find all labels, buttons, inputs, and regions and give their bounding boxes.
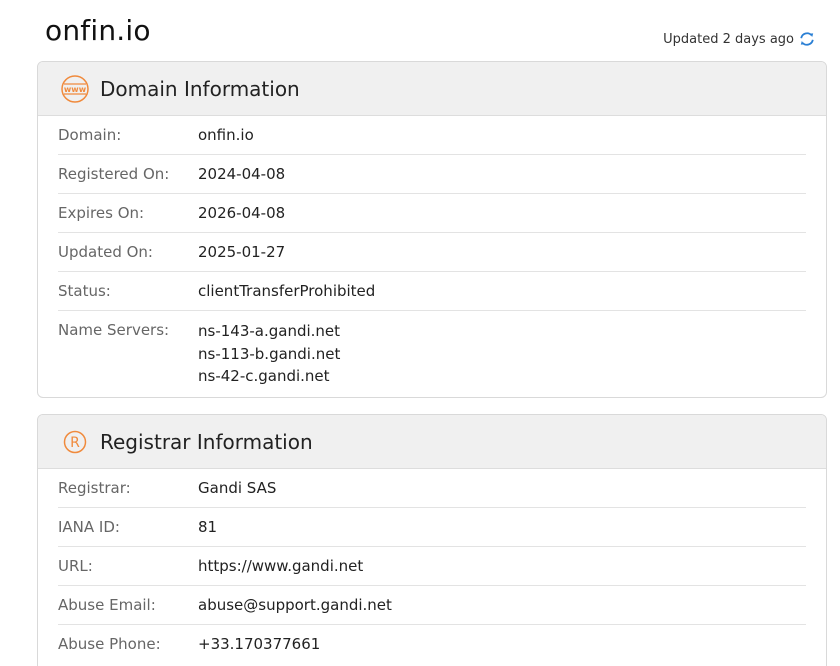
row-label: Name Servers: xyxy=(58,321,170,339)
row-label: IANA ID: xyxy=(58,518,120,536)
abuse-phone: +33.170377661 xyxy=(198,635,321,653)
row-value: clientTransferProhibited xyxy=(198,282,376,300)
row-label: Updated On: xyxy=(58,243,153,261)
row-value: 2025-01-27 xyxy=(198,243,286,261)
refresh-icon[interactable] xyxy=(798,30,816,48)
name-server: ns-143-a.gandi.net xyxy=(198,322,341,340)
row-value: onfin.io xyxy=(198,126,254,144)
abuse-email[interactable]: abuse@support.gandi.net xyxy=(198,596,392,615)
domain-information-title: Domain Information xyxy=(100,76,300,101)
name-server: ns-113-b.gandi.net xyxy=(198,344,341,363)
row-abuse-phone: Abuse Phone: +33.170377661 xyxy=(58,625,806,663)
name-server: ns-42-c.gandi.net xyxy=(198,367,330,385)
row-label: Domain: xyxy=(58,126,122,144)
domain-information-rows: Domain: onfin.io Registered On: 2024-04-… xyxy=(38,116,826,397)
row-label: Registrar: xyxy=(58,479,131,497)
registered-icon: R xyxy=(60,427,90,457)
row-value: 2026-04-08 xyxy=(198,204,286,222)
registrar-information-title: Registrar Information xyxy=(100,429,313,454)
svg-text:R: R xyxy=(70,435,80,451)
row-name-servers: Name Servers: ns-143-a.gandi.net ns-113-… xyxy=(58,311,806,397)
registrar-information-header: R Registrar Information xyxy=(38,415,826,469)
row-domain: Domain: onfin.io xyxy=(58,116,806,155)
row-label: Abuse Email: xyxy=(58,596,156,614)
row-status: Status: clientTransferProhibited xyxy=(58,272,806,311)
name-server-list: ns-143-a.gandi.net ns-113-b.gandi.net ns… xyxy=(198,320,340,388)
row-registered-on: Registered On: 2024-04-08 xyxy=(58,155,806,194)
row-url: URL: https://www.gandi.net xyxy=(58,547,806,586)
row-registrar: Registrar: Gandi SAS xyxy=(58,469,806,508)
updated-text: Updated 2 days ago xyxy=(663,31,794,47)
row-value: 2024-04-08 xyxy=(198,165,286,183)
row-label: Status: xyxy=(58,282,111,300)
row-updated-on: Updated On: 2025-01-27 xyxy=(58,233,806,272)
row-iana-id: IANA ID: 81 xyxy=(58,508,806,547)
row-expires-on: Expires On: 2026-04-08 xyxy=(58,194,806,233)
row-label: URL: xyxy=(58,557,93,575)
svg-text:www: www xyxy=(64,85,87,94)
domain-information-card: www Domain Information Domain: onfin.io … xyxy=(37,61,827,398)
row-abuse-email: Abuse Email: abuse@support.gandi.net xyxy=(58,586,806,625)
row-value: Gandi SAS xyxy=(198,479,277,497)
domain-information-header: www Domain Information xyxy=(38,62,826,116)
page-title: onfin.io xyxy=(45,14,151,47)
row-value: 81 xyxy=(198,518,218,536)
row-label: Expires On: xyxy=(58,204,145,222)
updated-status: Updated 2 days ago xyxy=(663,30,816,48)
row-label: Abuse Phone: xyxy=(58,635,161,653)
page: onfin.io Updated 2 days ago www Domain I… xyxy=(0,0,840,666)
www-icon: www xyxy=(60,74,90,104)
registrar-information-card: R Registrar Information Registrar: Gandi… xyxy=(37,414,827,666)
registrar-information-rows: Registrar: Gandi SAS IANA ID: 81 URL: ht… xyxy=(38,469,826,663)
registrar-url[interactable]: https://www.gandi.net xyxy=(198,557,363,576)
row-label: Registered On: xyxy=(58,165,170,183)
